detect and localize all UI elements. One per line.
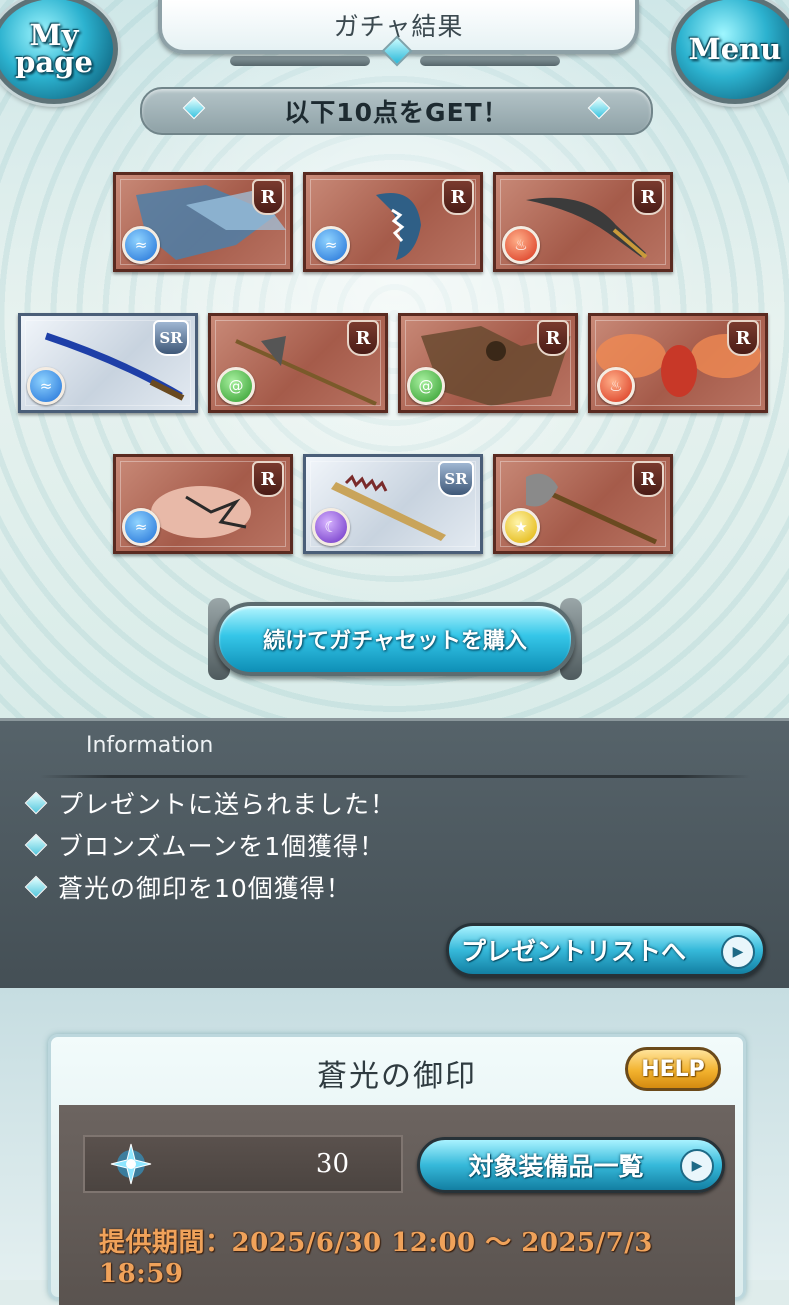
seal-frame: 蒼光の御印 HELP 30 対象装備品一覧 ▶ 提供期間：2025/6/30 1… <box>48 1034 746 1305</box>
result-item-card[interactable]: R ♨ <box>493 172 673 272</box>
seal-count-box: 30 <box>83 1135 403 1193</box>
light-star-icon: ★ <box>502 508 540 546</box>
rarity-badge: R <box>537 320 569 356</box>
result-item-card[interactable]: R ≈ <box>113 172 293 272</box>
flame-icon: ♨ <box>597 367 635 405</box>
play-arrow-icon: ▶ <box>680 1149 714 1183</box>
dark-moon-icon: ☾ <box>312 508 350 546</box>
water-drop-icon: ≈ <box>122 508 160 546</box>
result-item-card[interactable]: R @ <box>208 313 388 413</box>
info-line: ブロンズムーンを1個獲得！ <box>24 825 385 865</box>
wind-swirl-icon: @ <box>407 367 445 405</box>
diamond-bullet-icon <box>24 791 48 815</box>
result-item-card[interactable]: SR ☾ <box>303 454 483 554</box>
information-heading: Information <box>86 733 214 758</box>
rarity-badge: R <box>252 179 284 215</box>
divider <box>40 775 750 778</box>
result-item-card[interactable]: R @ <box>398 313 578 413</box>
menu-button[interactable]: Menu <box>671 0 789 104</box>
buy-again-label: 続けてガチャセットを購入 <box>263 629 527 654</box>
seal-section: 蒼光の御印 HELP 30 対象装備品一覧 ▶ 提供期間：2025/6/30 1… <box>0 988 789 1305</box>
title-ornament-right <box>420 56 560 66</box>
rarity-badge: SR <box>153 320 189 356</box>
rarity-badge: R <box>632 179 664 215</box>
result-item-card[interactable]: R ★ <box>493 454 673 554</box>
information-panel: Information プレゼントに送られました！ ブロンズムーンを1個獲得！ … <box>0 718 789 991</box>
get-banner: 以下10点をGET！ <box>140 87 653 135</box>
rarity-badge: R <box>347 320 379 356</box>
result-item-card[interactable]: SR ≈ <box>18 313 198 413</box>
seal-count: 30 <box>315 1149 349 1179</box>
diamond-icon <box>587 96 611 120</box>
water-drop-icon: ≈ <box>27 367 65 405</box>
title-ornament-left <box>230 56 370 66</box>
info-line-text: プレゼントに送られました！ <box>58 790 397 819</box>
flame-icon: ♨ <box>502 226 540 264</box>
info-line: プレゼントに送られました！ <box>24 783 396 823</box>
result-item-card[interactable]: R ≈ <box>303 172 483 272</box>
water-drop-icon: ≈ <box>312 226 350 264</box>
rarity-badge: R <box>632 461 664 497</box>
present-list-button[interactable]: プレゼントリストへ ▶ <box>446 923 766 977</box>
target-equipment-button[interactable]: 対象装備品一覧 ▶ <box>417 1137 725 1193</box>
help-button[interactable]: HELP <box>625 1047 721 1091</box>
rarity-badge: SR <box>438 461 474 497</box>
buy-again-button[interactable]: 続けてガチャセットを購入 <box>215 602 575 676</box>
diamond-bullet-icon <box>24 833 48 857</box>
menu-label: Menu <box>688 31 782 66</box>
water-drop-icon: ≈ <box>122 226 160 264</box>
mypage-button[interactable]: My page <box>0 0 118 104</box>
info-line-text: ブロンズムーンを1個獲得！ <box>58 832 386 861</box>
diamond-icon <box>182 96 206 120</box>
seal-details: 30 対象装備品一覧 ▶ 提供期間：2025/6/30 12:00 〜 2025… <box>59 1105 735 1305</box>
blue-seal-icon <box>109 1142 153 1186</box>
diamond-bullet-icon <box>24 875 48 899</box>
result-item-card[interactable]: R ♨ <box>588 313 768 413</box>
rarity-badge: R <box>727 320 759 356</box>
mypage-label: My page <box>15 18 93 79</box>
gacha-result-panel: ガチャ結果 My page Menu 以下10点をGET！ R ≈ R ≈ R ♨ SR ≈ R… <box>0 0 789 718</box>
get-banner-text: 以下10点をGET！ <box>284 98 509 127</box>
rarity-badge: R <box>252 461 284 497</box>
wind-swirl-icon: @ <box>217 367 255 405</box>
present-list-label: プレゼントリストへ <box>461 937 687 966</box>
info-line: 蒼光の御印を10個獲得！ <box>24 867 352 907</box>
result-item-card[interactable]: R ≈ <box>113 454 293 554</box>
target-equipment-label: 対象装備品一覧 <box>468 1152 644 1181</box>
availability-period: 提供期間：2025/6/30 12:00 〜 2025/7/3 18:59 <box>99 1228 653 1289</box>
info-line-text: 蒼光の御印を10個獲得！ <box>58 874 352 903</box>
play-arrow-icon: ▶ <box>721 935 755 969</box>
rarity-badge: R <box>442 179 474 215</box>
